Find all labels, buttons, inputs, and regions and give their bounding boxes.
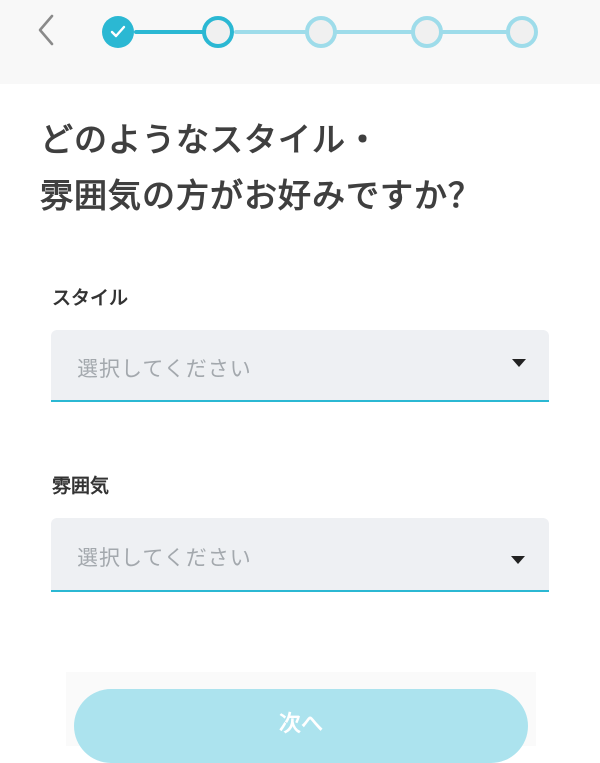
progress-stepper [0,0,600,84]
step-connector-1 [134,30,208,34]
step-4 [411,16,443,48]
step-connector-3 [334,30,414,34]
atmosphere-select-placeholder: 選択してください [77,546,252,570]
step-2-current [202,16,234,48]
step-connector-4 [440,30,510,34]
question-line-1: どのようなスタイル・ [40,120,380,159]
next-button[interactable]: 次へ [74,689,528,763]
style-label: スタイル [52,287,129,309]
atmosphere-label: 雰囲気 [52,475,110,497]
style-select-placeholder: 選択してください [77,357,252,381]
step-connector-2 [234,30,308,34]
step-1-completed [102,16,134,48]
atmosphere-select[interactable]: 選択してください [51,518,549,592]
caret-down-icon [512,359,526,367]
style-select[interactable]: 選択してください [51,330,549,402]
step-5 [506,16,538,48]
question-title: どのようなスタイル・ 雰囲気の方がお好みですか？ [40,112,580,224]
step-3 [305,16,337,48]
question-line-2: 雰囲気の方がお好みですか？ [40,176,482,215]
caret-down-icon [511,556,525,564]
